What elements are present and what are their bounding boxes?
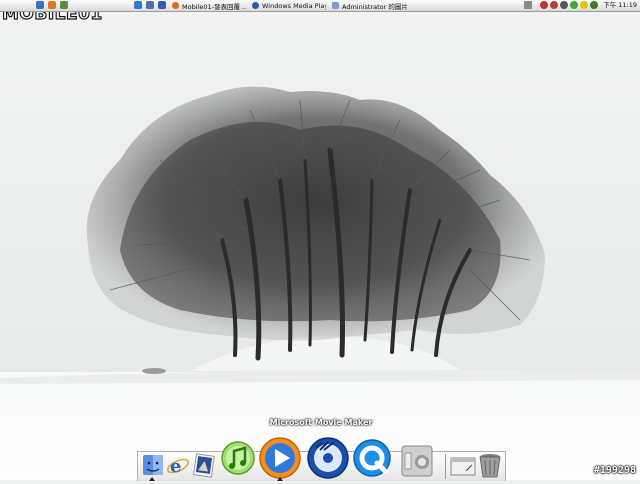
tray-messenger-icon[interactable] [570,1,578,9]
tray-smiley-icon[interactable] [580,1,588,9]
quick-launch-firefox-icon[interactable] [48,1,56,9]
dock-system-preferences[interactable] [400,444,434,482]
movie-maker-icon [307,437,349,479]
finder-icon [143,455,163,475]
folder-icon [332,2,339,9]
dock-separator [445,454,446,479]
firefox-icon [172,2,179,9]
media-player-icon [259,437,301,479]
quick-launch-desktop-icon[interactable] [36,1,44,9]
running-indicator [149,477,155,481]
dock: e [137,437,506,483]
dock-quicktime[interactable] [352,438,392,482]
tray-shield-icon[interactable] [540,1,548,9]
tray-volume-icon[interactable] [560,1,568,9]
dock-trash[interactable] [478,452,502,483]
taskbar-clock[interactable]: 下午 11:19 [603,1,637,10]
preview-icon [193,453,215,478]
dock-tooltip: Microsoft Movie Maker [269,418,373,427]
tray-antivirus-icon[interactable] [590,1,598,9]
task-label: Windows Media Player [262,1,326,10]
taskbar: Mobile01-發表回覆 ... Windows Media Player A… [0,0,640,12]
quick-launch-folder-icon[interactable] [146,1,154,9]
window-icon [450,457,476,476]
system-preferences-icon [401,445,433,477]
tray-arrow-icon[interactable] [550,1,558,9]
internet-explorer-icon: e [167,456,189,477]
desktop-wallpaper [0,0,640,480]
quick-launch-ie-icon[interactable] [134,1,142,9]
quick-launch-window-icon[interactable] [158,1,166,9]
taskbar-task-firefox[interactable]: Mobile01-發表回覆 ... [172,1,246,10]
task-label: Mobile01-發表回覆 ... [182,2,246,11]
quicktime-icon [353,439,391,477]
quick-launch-media-icon[interactable] [60,1,68,9]
taskbar-task-media-player[interactable]: Windows Media Player [252,1,326,10]
watermark-id: #199298 [593,465,636,476]
trash-icon [479,454,501,478]
task-label: Administrator 的圖片 [342,2,408,11]
dock-movie-maker[interactable] [306,436,350,484]
tray-network-icon[interactable] [524,1,532,9]
itunes-icon [221,441,255,475]
dock-itunes[interactable] [220,438,256,480]
taskbar-task-pictures[interactable]: Administrator 的圖片 [332,1,414,10]
running-indicator [277,477,283,481]
dock-window[interactable] [450,455,476,481]
dock-preview[interactable] [192,453,216,482]
svg-text:e: e [170,456,181,477]
media-player-icon [252,2,259,9]
dock-internet-explorer[interactable]: e [166,455,190,481]
